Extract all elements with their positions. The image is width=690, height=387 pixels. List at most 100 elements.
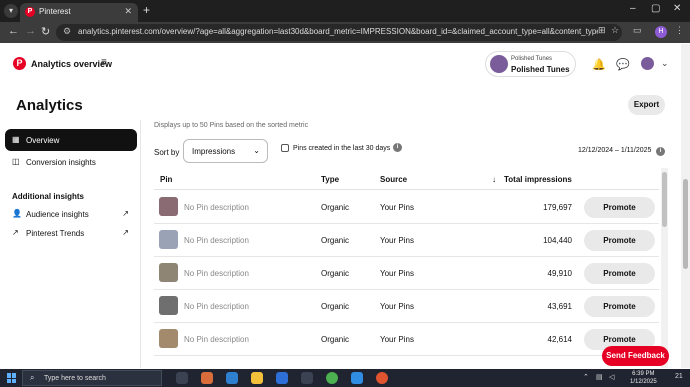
back-icon[interactable]: ← xyxy=(8,25,19,37)
url-text[interactable]: analytics.pinterest.com/overview/?age=al… xyxy=(78,27,598,36)
browser-menu-icon[interactable]: ⋮ xyxy=(675,25,684,36)
sort-value: Impressions xyxy=(192,147,236,156)
sort-arrow-icon[interactable]: ↓ xyxy=(492,175,496,184)
pin-thumbnail[interactable] xyxy=(159,263,178,282)
chrome-active-icon[interactable] xyxy=(376,372,388,384)
pin-source: Your Pins xyxy=(380,236,414,245)
file-explorer-icon[interactable] xyxy=(251,372,263,384)
pin-source: Your Pins xyxy=(380,269,414,278)
table-row[interactable]: No Pin description Organic Your Pins 43,… xyxy=(154,290,659,323)
pin-impressions: 104,440 xyxy=(543,236,572,245)
notifications-bell-icon[interactable]: 🔔 xyxy=(592,58,606,71)
edge-icon[interactable] xyxy=(226,372,238,384)
external-link-icon: ↗ xyxy=(122,209,129,218)
sidebar-divider xyxy=(140,120,141,368)
chrome-icon[interactable] xyxy=(326,372,338,384)
send-feedback-button[interactable]: Send Feedback xyxy=(602,346,669,366)
page-scrollbar[interactable] xyxy=(681,44,690,368)
minimize-icon[interactable]: – xyxy=(630,3,636,14)
promote-button[interactable]: Promote xyxy=(584,296,655,317)
app-icon[interactable] xyxy=(301,372,313,384)
pin-description: No Pin description xyxy=(184,236,249,245)
pin-description: No Pin description xyxy=(184,335,249,344)
info-icon[interactable]: i xyxy=(393,143,402,152)
messages-icon[interactable]: 💬 xyxy=(616,58,630,71)
pin-source: Your Pins xyxy=(380,335,414,344)
bookmark-star-icon[interactable]: ☆ xyxy=(611,25,619,36)
vscode-icon[interactable] xyxy=(351,372,363,384)
taskbar-search[interactable]: ⌕ Type here to search xyxy=(22,370,162,386)
install-icon[interactable]: ⊞ xyxy=(598,25,606,36)
pin-thumbnail[interactable] xyxy=(159,230,178,249)
page-title: Analytics xyxy=(16,97,83,114)
sidebar-item-conversion-insights[interactable]: ◫ Conversion insights xyxy=(5,151,137,173)
export-button[interactable]: Export xyxy=(628,95,665,115)
sort-select[interactable]: Impressions ⌄ xyxy=(183,139,268,163)
pin-impressions: 43,691 xyxy=(547,302,572,311)
browser-tab[interactable]: P Pinterest ✕ xyxy=(20,3,138,22)
windows-start-icon[interactable] xyxy=(7,373,17,383)
close-window-icon[interactable]: ✕ xyxy=(673,3,681,14)
network-icon[interactable]: ▤ xyxy=(596,373,603,381)
notification-count[interactable]: 21 xyxy=(675,373,683,380)
pinterest-logo-icon[interactable]: P xyxy=(13,57,26,70)
person-icon: 👤 xyxy=(12,209,22,218)
sidebar-item-label: Overview xyxy=(26,136,60,145)
tab-close-icon[interactable]: ✕ xyxy=(124,6,132,17)
sidebar-item-label: Audience insights xyxy=(26,210,89,219)
user-avatar[interactable] xyxy=(641,57,654,70)
info-icon[interactable]: i xyxy=(656,147,665,156)
table-scrollbar[interactable] xyxy=(661,168,668,368)
pin-type: Organic xyxy=(321,302,350,311)
maximize-icon[interactable]: ▢ xyxy=(651,3,660,14)
pin-source: Your Pins xyxy=(380,302,414,311)
clock-time: 6:39 PM xyxy=(632,371,655,377)
promote-button[interactable]: Promote xyxy=(584,263,655,284)
recent-pins-checkbox[interactable] xyxy=(281,144,289,152)
conversion-icon: ◫ xyxy=(12,157,20,166)
tab-title: Pinterest xyxy=(39,7,71,16)
hamburger-menu-icon[interactable]: ≡ xyxy=(101,57,107,68)
pin-thumbnail[interactable] xyxy=(159,197,178,216)
volume-icon[interactable]: ◁ xyxy=(609,373,614,381)
pin-description: No Pin description xyxy=(184,269,249,278)
table-scrollbar-thumb[interactable] xyxy=(662,172,667,227)
trend-icon: ↗ xyxy=(12,228,19,237)
profile-avatar-icon[interactable]: H xyxy=(655,26,667,38)
taskbar-clock[interactable]: 6:39 PM 1/12/2025 xyxy=(630,370,657,386)
widgets-icon[interactable] xyxy=(201,372,213,384)
table-row[interactable]: No Pin description Organic Your Pins 179… xyxy=(154,191,659,224)
store-icon[interactable] xyxy=(276,372,288,384)
pin-type: Organic xyxy=(321,236,350,245)
pin-thumbnail[interactable] xyxy=(159,329,178,348)
table-row[interactable]: No Pin description Organic Your Pins 104… xyxy=(154,224,659,257)
pin-impressions: 42,614 xyxy=(547,335,572,344)
forward-icon[interactable]: → xyxy=(25,25,36,37)
col-impressions[interactable]: Total impressions xyxy=(504,175,572,184)
pin-source: Your Pins xyxy=(380,203,414,212)
promote-button[interactable]: Promote xyxy=(584,230,655,251)
promote-button[interactable]: Promote xyxy=(584,197,655,218)
account-switcher[interactable]: Polished Tunes Polished Tunes xyxy=(485,51,576,77)
tab-search-icon[interactable]: ▾ xyxy=(4,4,18,18)
tray-chevron-icon[interactable]: ⌃ xyxy=(583,373,589,381)
additional-insights-heading: Additional insights xyxy=(12,192,84,201)
sidebar-panel-icon[interactable]: ▭ xyxy=(633,25,642,36)
table-row[interactable]: No Pin description Organic Your Pins 49,… xyxy=(154,257,659,290)
chevron-down-icon[interactable]: ⌄ xyxy=(661,58,669,69)
sidebar-item-overview[interactable]: ▦ Overview xyxy=(5,129,137,151)
page-scrollbar-thumb[interactable] xyxy=(683,179,688,269)
task-view-icon[interactable] xyxy=(176,372,188,384)
new-tab-icon[interactable]: + xyxy=(143,3,150,17)
date-range[interactable]: 12/12/2024 – 1/11/2025 xyxy=(578,147,651,154)
pin-thumbnail[interactable] xyxy=(159,296,178,315)
reload-icon[interactable]: ↻ xyxy=(41,25,50,38)
checkbox-label: Pins created in the last 30 days xyxy=(293,145,391,152)
sidebar-item-pinterest-trends[interactable]: ↗ Pinterest Trends ↗ xyxy=(5,222,137,244)
address-bar[interactable]: ⚙ analytics.pinterest.com/overview/?age=… xyxy=(56,24,622,41)
clock-date: 1/12/2025 xyxy=(630,379,657,385)
browser-toolbar: ← → ↻ ⚙ analytics.pinterest.com/overview… xyxy=(0,22,690,43)
site-info-icon[interactable]: ⚙ xyxy=(63,26,71,37)
table-row[interactable]: No Pin description Organic Your Pins 42,… xyxy=(154,323,659,356)
sort-by-label: Sort by xyxy=(154,148,180,157)
